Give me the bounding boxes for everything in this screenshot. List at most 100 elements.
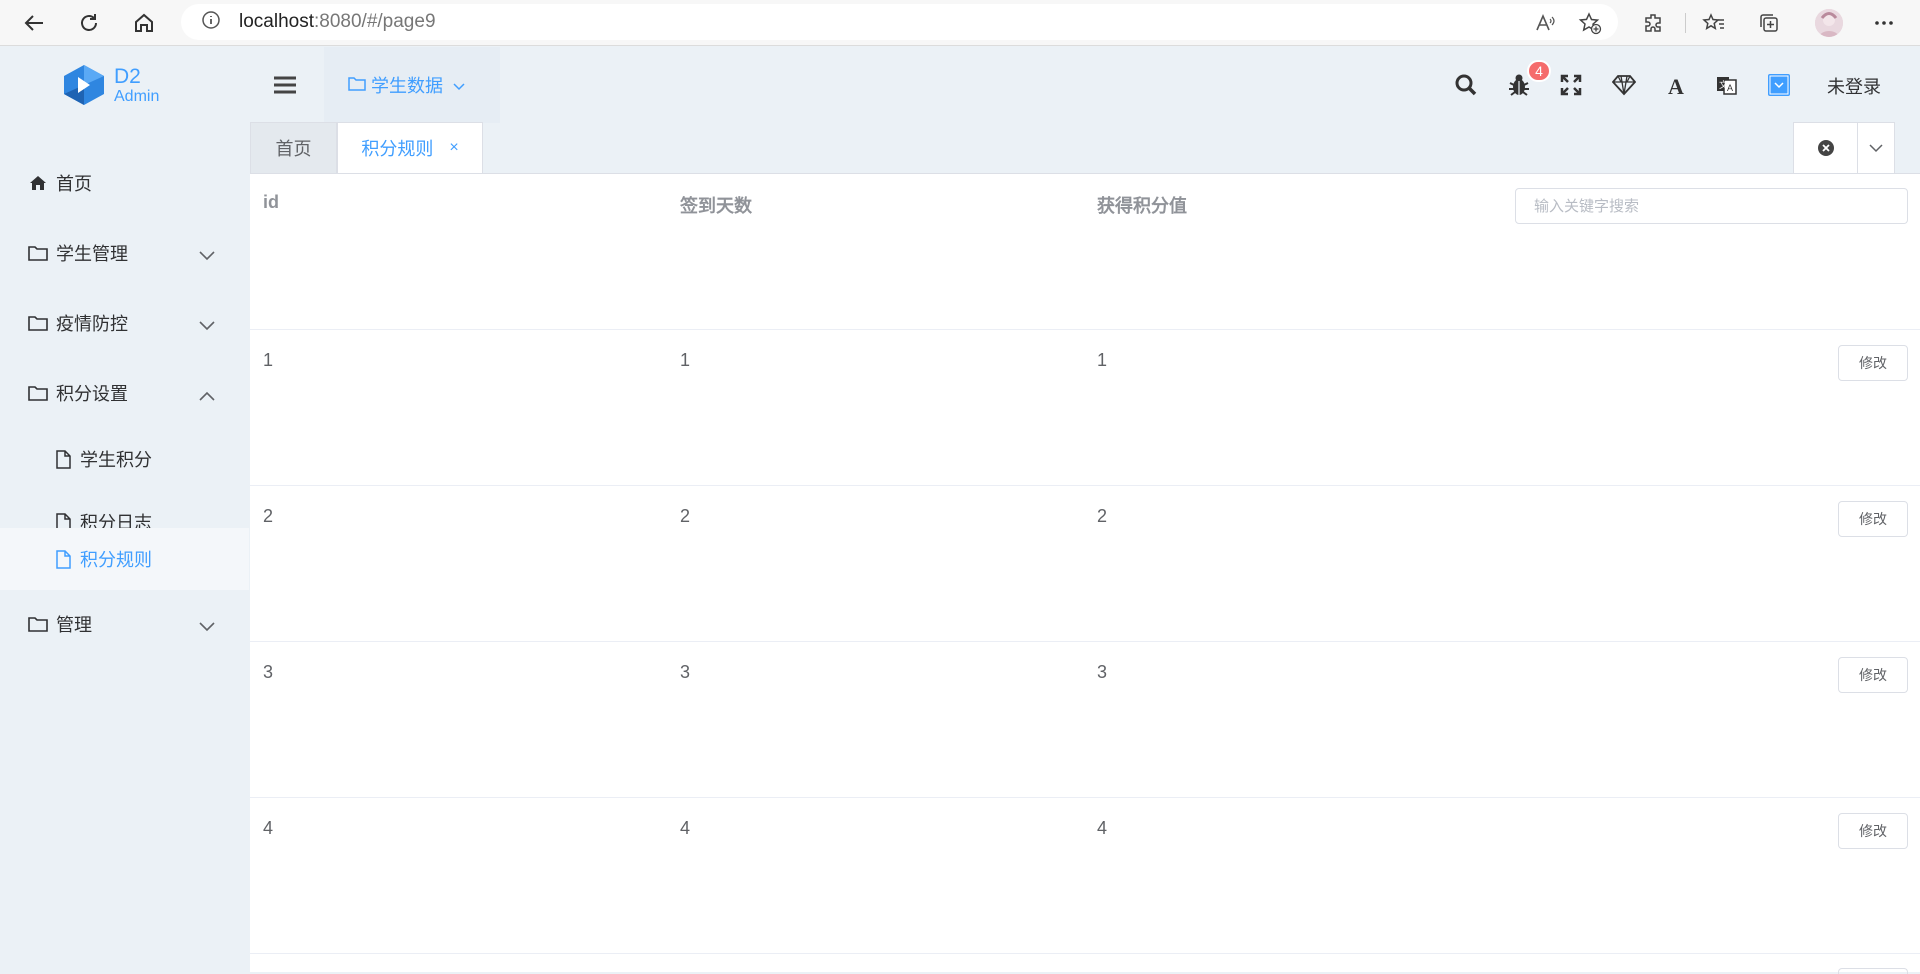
column-header-id: id [263, 192, 279, 212]
cell-points: 2 [1097, 506, 1108, 526]
logo-subtitle: Admin [114, 87, 160, 105]
table-row: 4 4 4 修改 [250, 798, 1920, 954]
table-row-partial [250, 954, 1920, 974]
search-icon[interactable] [1450, 69, 1482, 101]
sidebar-item-label: 管理 [56, 615, 92, 635]
cell-points: 3 [1097, 662, 1108, 682]
tab-home[interactable]: 首页 [250, 122, 337, 174]
page-tabs: 首页 积分规则 × [250, 122, 1920, 174]
sidebar-item-label: 学生积分 [80, 450, 152, 470]
cell-sign-days: 2 [680, 506, 691, 526]
cell-id: 4 [263, 818, 274, 838]
folder-icon [28, 614, 48, 634]
extensions-icon[interactable] [1637, 6, 1671, 40]
sidebar: D2 Admin 首页 学生管理 疫情防控 积分设置 学生积分 积分日志 积分规… [0, 47, 249, 972]
sidebar-item-label: 疫情防控 [56, 314, 128, 334]
url-text: localhost:8080/#/page9 [239, 11, 436, 32]
back-icon[interactable] [17, 6, 51, 40]
read-aloud-icon[interactable] [1528, 6, 1562, 40]
toolbar-separator [1685, 13, 1686, 33]
cell-sign-days: 4 [680, 818, 691, 838]
table-header-row: id 签到天数 获得积分值 [250, 174, 1920, 330]
sidebar-item-admin[interactable]: 管理 [0, 598, 249, 650]
tab-control [1793, 122, 1895, 174]
home-icon[interactable] [127, 6, 161, 40]
column-header-points: 获得积分值 [1097, 196, 1187, 216]
logo-title: D2 [114, 64, 141, 88]
chevron-down-icon [199, 245, 215, 266]
app: D2 Admin 首页 学生管理 疫情防控 积分设置 学生积分 积分日志 积分规… [0, 47, 1920, 974]
header: 学生数据 4 A 文A 未登录 [249, 47, 1920, 123]
cell-sign-days: 1 [680, 350, 691, 370]
sidebar-subitem-points-rules[interactable]: 积分规则 [0, 528, 249, 590]
translate-icon[interactable]: 文A [1711, 69, 1743, 101]
refresh-icon[interactable] [72, 6, 106, 40]
sidebar-item-student-management[interactable]: 学生管理 [0, 227, 249, 279]
info-icon[interactable] [201, 10, 221, 35]
folder-icon [28, 383, 48, 403]
home-icon [28, 173, 48, 193]
d2-logo-icon [64, 65, 104, 105]
chevron-down-icon [453, 75, 465, 96]
cell-points: 1 [1097, 350, 1108, 370]
sidebar-item-points-settings[interactable]: 积分设置 [0, 367, 249, 419]
cell-id: 1 [263, 350, 274, 370]
edit-button-partial[interactable] [1838, 968, 1908, 974]
add-favorite-icon[interactable] [1573, 6, 1607, 40]
logo[interactable]: D2 Admin [60, 63, 159, 107]
user-name[interactable]: 未登录 [1827, 73, 1881, 99]
more-icon[interactable] [1867, 6, 1901, 40]
search-input[interactable] [1515, 188, 1908, 224]
favorites-icon[interactable] [1697, 6, 1731, 40]
folder-icon [28, 243, 48, 263]
table-row: 3 3 3 修改 [250, 642, 1920, 798]
tab-label: 首页 [275, 139, 312, 159]
folder-icon [28, 313, 48, 333]
close-icon[interactable]: × [449, 139, 458, 157]
collections-icon[interactable] [1752, 6, 1786, 40]
browser-toolbar: localhost:8080/#/page9 [0, 0, 1920, 46]
chevron-down-icon [199, 315, 215, 336]
close-all-tabs-button[interactable] [1794, 123, 1859, 173]
tab-points-rules[interactable]: 积分规则 × [337, 122, 483, 174]
tab-label: 积分规则 [361, 139, 434, 159]
points-rules-table: id 签到天数 获得积分值 1 1 1 修改 2 2 2 修改 3 3 3 修改… [250, 173, 1920, 974]
file-icon [54, 449, 72, 469]
theme-icon[interactable] [1608, 69, 1640, 101]
font-size-icon[interactable]: A [1661, 69, 1693, 101]
folder-icon [348, 75, 366, 96]
sidebar-item-label: 首页 [56, 174, 92, 194]
address-bar[interactable]: localhost:8080/#/page9 [181, 4, 1618, 40]
edit-button[interactable]: 修改 [1838, 501, 1908, 537]
chevron-down-icon [199, 616, 215, 637]
sidebar-item-label: 积分规则 [80, 550, 152, 570]
cell-id: 3 [263, 662, 274, 682]
header-menu-label: 学生数据 [371, 76, 443, 96]
chevron-down-icon [1869, 143, 1883, 152]
edit-button[interactable]: 修改 [1838, 657, 1908, 693]
notification-badge: 4 [1527, 60, 1551, 82]
chevron-up-icon [199, 385, 215, 406]
header-menu-student-data[interactable]: 学生数据 [324, 47, 500, 123]
edit-button[interactable]: 修改 [1838, 345, 1908, 381]
column-header-sign-days: 签到天数 [680, 196, 752, 216]
file-icon [54, 549, 72, 569]
sidebar-item-home[interactable]: 首页 [0, 157, 249, 209]
color-picker-icon[interactable] [1763, 69, 1795, 101]
svg-text:A: A [1668, 74, 1684, 96]
sidebar-item-label: 积分设置 [56, 384, 128, 404]
sidebar-subitem-student-points[interactable]: 学生积分 [0, 433, 249, 485]
profile-avatar[interactable] [1815, 9, 1843, 37]
table-row: 2 2 2 修改 [250, 486, 1920, 642]
cell-id: 2 [263, 506, 274, 526]
sidebar-item-epidemic[interactable]: 疫情防控 [0, 297, 249, 349]
svg-text:A: A [1727, 83, 1733, 93]
sidebar-item-label: 学生管理 [56, 244, 128, 264]
menu-toggle-icon[interactable] [274, 75, 296, 100]
cell-points: 4 [1097, 818, 1108, 838]
fullscreen-icon[interactable] [1555, 69, 1587, 101]
cell-sign-days: 3 [680, 662, 691, 682]
tab-dropdown-button[interactable] [1858, 123, 1894, 173]
edit-button[interactable]: 修改 [1838, 813, 1908, 849]
close-circle-icon [1817, 140, 1834, 156]
